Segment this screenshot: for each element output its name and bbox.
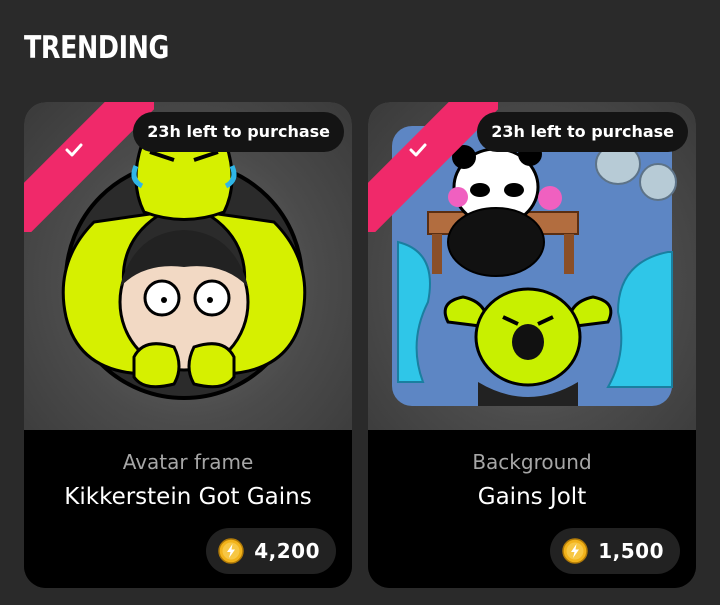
lightning-coin-icon: [218, 538, 244, 564]
buy-price-button[interactable]: 1,500: [550, 528, 680, 574]
shop-item-card[interactable]: 23h left to purchase Background Gains Jo…: [368, 102, 696, 588]
time-left-badge: 23h left to purchase: [477, 112, 688, 152]
buy-price-button[interactable]: 4,200: [206, 528, 336, 574]
item-info: Avatar frame Kikkerstein Got Gains 4,200: [24, 430, 352, 588]
item-category: Background: [472, 450, 592, 474]
check-icon: [65, 143, 83, 157]
lightning-coin-icon: [562, 538, 588, 564]
time-left-badge: 23h left to purchase: [133, 112, 344, 152]
check-icon: [409, 143, 427, 157]
item-category: Avatar frame: [122, 450, 254, 474]
shop-item-card[interactable]: 23h left to purchase Avatar frame Kikker…: [24, 102, 352, 588]
item-info: Background Gains Jolt 1,500: [368, 430, 696, 588]
item-name: Gains Jolt: [477, 484, 587, 510]
section-title: TRENDING: [24, 30, 169, 66]
price-value: 4,200: [254, 539, 320, 563]
price-value: 1,500: [598, 539, 664, 563]
item-name: Kikkerstein Got Gains: [64, 484, 312, 510]
